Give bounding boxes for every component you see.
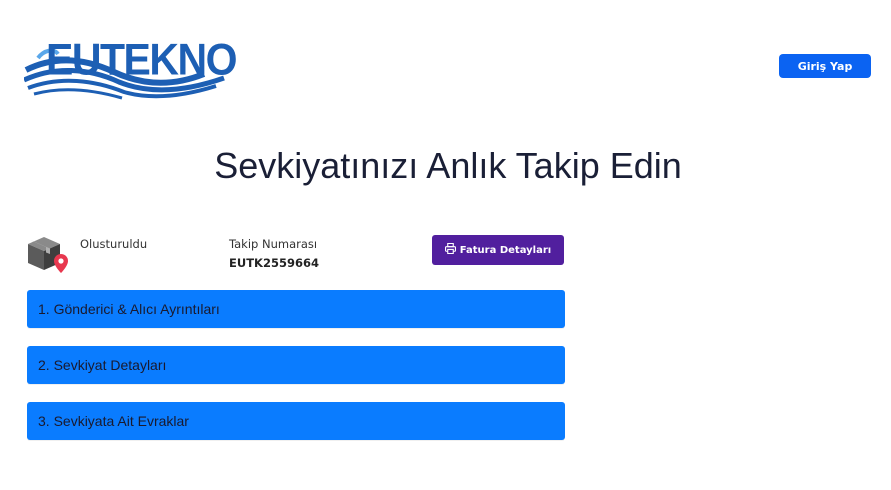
section-shipment-documents[interactable]: 3. Sevkiyata Ait Evraklar	[27, 402, 565, 440]
tracking-number-label: Takip Numarası	[229, 237, 318, 251]
shipment-status: Olusturuldu	[80, 237, 148, 251]
section-label: 2. Sevkiyat Detayları	[38, 357, 167, 373]
logo-text: EUTEKNO	[46, 34, 237, 85]
section-label: 1. Gönderici & Alıcı Ayrıntıları	[38, 301, 220, 317]
package-location-icon	[26, 234, 72, 274]
page-title: Sevkiyatınızı Anlık Takip Edin	[214, 145, 682, 186]
section-sender-receiver[interactable]: 1. Gönderici & Alıcı Ayrıntıları	[27, 290, 565, 328]
tracking-number-value: EUTK2559664	[229, 256, 319, 270]
invoice-details-button[interactable]: Fatura Detayları	[432, 235, 564, 265]
printer-icon	[444, 242, 456, 257]
section-label: 3. Sevkiyata Ait Evraklar	[38, 413, 189, 429]
eutekno-logo[interactable]: EUTEKNO	[24, 36, 260, 102]
section-shipment-details[interactable]: 2. Sevkiyat Detayları	[27, 346, 565, 384]
site-header: EUTEKNO Giriş Yap	[0, 0, 891, 110]
login-button[interactable]: Giriş Yap	[779, 54, 871, 78]
invoice-details-label: Fatura Detayları	[459, 244, 552, 256]
